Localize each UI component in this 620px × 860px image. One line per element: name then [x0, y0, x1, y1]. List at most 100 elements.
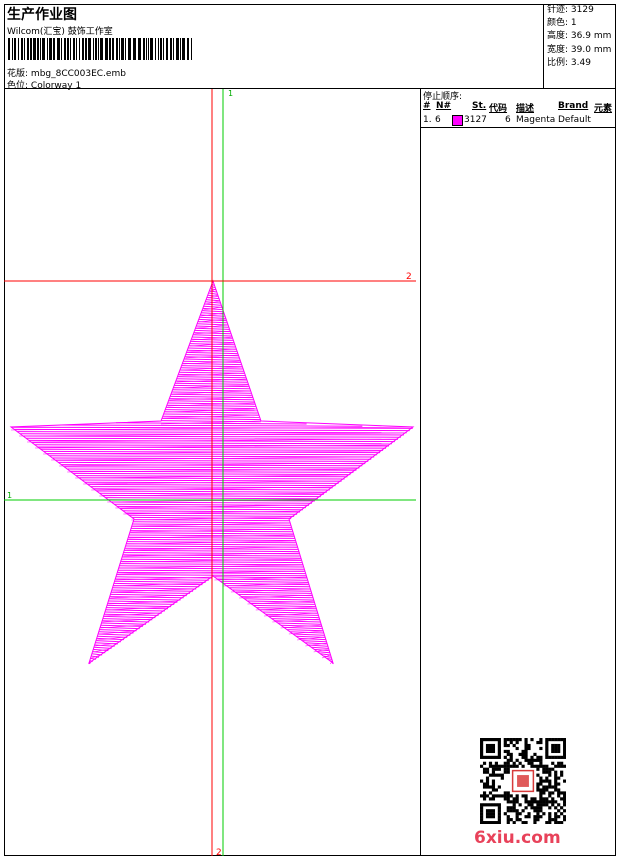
barcode-bar: [176, 38, 179, 60]
qr-module: [480, 803, 484, 807]
qr-module: [563, 803, 566, 807]
qr-module: [503, 791, 507, 795]
qr-module: [530, 800, 534, 804]
guide-label-v1: 1: [228, 89, 233, 98]
qr-module: [515, 809, 519, 813]
qr-module: [480, 743, 484, 748]
qr-module: [500, 773, 504, 777]
qr-module: [551, 797, 555, 801]
qr-module: [497, 746, 501, 751]
qr-module: [482, 791, 487, 795]
qr-module: [545, 746, 549, 751]
barcode-bar: [158, 38, 159, 60]
barcode-bar: [14, 38, 16, 60]
qr-module: [545, 755, 549, 759]
qr-module: [527, 743, 531, 748]
qr-module: [512, 800, 516, 804]
qr-module: [536, 818, 540, 822]
qr-module: [491, 812, 496, 816]
qr-module: [488, 797, 493, 801]
qr-module: [548, 785, 552, 789]
stitch-line: [133, 521, 290, 524]
qr-module: [509, 758, 513, 762]
stitch-line: [116, 574, 306, 577]
qr-module: [497, 738, 501, 742]
qr-module: [488, 812, 493, 816]
barcode-bar: [61, 38, 62, 60]
qr-module: [560, 797, 564, 801]
qr-module: [533, 821, 537, 824]
stat-value: 3129: [570, 5, 594, 15]
qr-module: [539, 791, 543, 795]
qr-module: [530, 803, 534, 807]
qr-module: [548, 812, 552, 816]
qr-module: [530, 761, 534, 765]
barcode-bar: [33, 38, 36, 60]
qr-module: [515, 758, 519, 762]
qr-module: [563, 740, 566, 745]
qr-module: [488, 743, 493, 748]
qr-module: [536, 815, 540, 819]
stitch-line: [124, 549, 299, 553]
stitch-line: [91, 653, 103, 656]
qr-module: [536, 782, 540, 786]
design-stats: 针迹: 3129 颜色: 1 高度: 36.9 mm 宽度: 39.0 mm 比…: [547, 4, 615, 70]
qr-module: [485, 794, 490, 798]
stitch-line: [286, 629, 323, 632]
qr-module: [488, 773, 493, 777]
qr-module: [503, 738, 507, 742]
qr-module: [542, 785, 546, 789]
qr-module: [488, 809, 493, 813]
barcode-bar: [79, 38, 80, 60]
qr-module: [494, 755, 498, 759]
barcode-bar: [191, 38, 192, 60]
qr-module: [539, 797, 543, 801]
qr-module: [554, 788, 558, 792]
stitch-line: [161, 417, 261, 421]
qr-module: [500, 776, 504, 780]
qr-module: [545, 767, 549, 771]
stitch-line: [106, 604, 172, 608]
stitch-line: [170, 393, 252, 396]
stat-height: 高度: 36.9 mm: [547, 30, 615, 43]
qr-module: [503, 743, 507, 748]
qr-module: [503, 740, 507, 745]
stitch-line: [259, 609, 317, 612]
row-brand: Default: [558, 115, 591, 125]
qr-module: [503, 797, 507, 801]
qr-module: [494, 794, 498, 798]
qr-module: [539, 776, 543, 780]
qr-module: [554, 806, 558, 810]
table-row: 1. 6 3127 6 Magenta Default: [421, 115, 616, 127]
stitch-line: [220, 580, 309, 583]
qr-module: [480, 815, 484, 819]
stitch-line: [115, 422, 307, 425]
qr-module: [536, 803, 540, 807]
qr-module: [554, 785, 558, 789]
stat-value: 39.0 mm: [570, 44, 612, 55]
qr-module: [524, 797, 528, 801]
qr-module: [545, 776, 549, 780]
qr-module: [536, 758, 540, 762]
qr-module: [497, 818, 501, 822]
qr-module: [545, 752, 549, 756]
qr-module: [560, 821, 564, 824]
qr-module: [518, 752, 522, 756]
qr-module: [563, 749, 566, 754]
qr-module: [536, 740, 540, 745]
qr-module: [539, 809, 543, 813]
qr-module: [551, 743, 555, 748]
qr-module: [488, 791, 493, 795]
qr-module: [524, 758, 528, 762]
qr-module: [536, 785, 540, 789]
qr-module: [491, 767, 496, 771]
qr-logo-seal: [517, 775, 529, 787]
qr-module: [560, 791, 564, 795]
barcode-bar: [166, 38, 168, 60]
qr-module: [557, 776, 561, 780]
qr-module: [506, 794, 510, 798]
barcode-bar: [40, 38, 41, 60]
qr-module: [482, 797, 487, 801]
qr-module: [509, 794, 513, 798]
qr-module: [557, 794, 561, 798]
